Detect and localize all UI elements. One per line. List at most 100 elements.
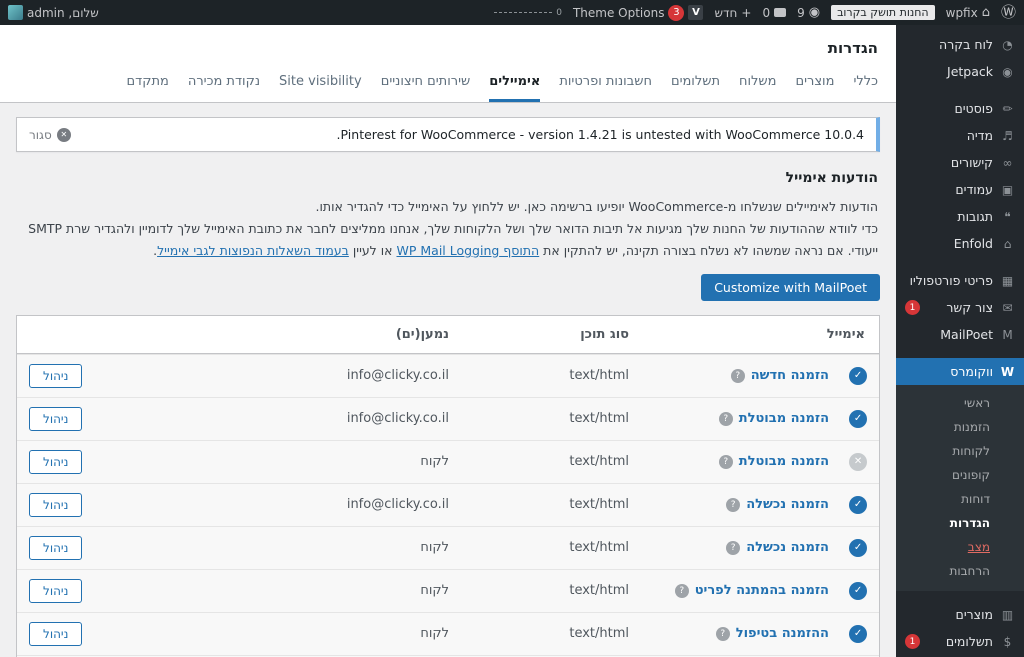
submenu-item-orders[interactable]: הזמנות bbox=[896, 415, 1024, 439]
sidebar-item-label: Enfold bbox=[905, 236, 993, 251]
account-menu[interactable]: שלום, admin bbox=[8, 5, 99, 20]
pages-icon: ▣ bbox=[1000, 183, 1015, 197]
tab-advanced[interactable]: מתקדם bbox=[127, 74, 169, 102]
help-tip-icon[interactable]: ? bbox=[731, 369, 745, 383]
content-type-cell: text/html bbox=[455, 626, 635, 641]
sidebar-item-contact[interactable]: ✉ צור קשר 1 bbox=[896, 294, 1024, 321]
email-name-link[interactable]: ההזמנה בטיפול bbox=[736, 626, 829, 641]
submenu-item-extensions[interactable]: הרחבות bbox=[896, 559, 1024, 583]
sidebar-item-pages[interactable]: ▣ עמודים bbox=[896, 176, 1024, 203]
tab-general[interactable]: כללי bbox=[853, 74, 878, 102]
store-visibility[interactable]: ◉ 9 bbox=[797, 6, 820, 20]
avatar bbox=[8, 5, 23, 20]
help-tip-icon[interactable]: ? bbox=[716, 627, 730, 641]
manage-button[interactable]: ניהול bbox=[29, 579, 82, 603]
theme-options-menu[interactable]: V 3 Theme Options bbox=[573, 5, 704, 21]
email-name-link[interactable]: הזמנה בהמתנה לפריט bbox=[695, 583, 829, 598]
email-name-cell: הזמנה חדשה ? bbox=[635, 368, 835, 383]
email-name-link[interactable]: הזמנה מבוטלת bbox=[739, 454, 829, 469]
manage-button[interactable]: ניהול bbox=[29, 407, 82, 431]
action-cell: ניהול bbox=[17, 407, 137, 431]
plus-icon: + bbox=[741, 6, 751, 20]
comments-shortcut[interactable]: 0 bbox=[762, 6, 786, 20]
content-type-cell: text/html bbox=[455, 454, 635, 469]
products-icon: ▥ bbox=[1000, 608, 1015, 622]
email-name-cell: הזמנה נכשלה ? bbox=[635, 497, 835, 512]
sidebar-item-comments[interactable]: ❝ תגובות bbox=[896, 203, 1024, 230]
store-launch-badge[interactable]: החנות תושק בקרוב bbox=[831, 5, 935, 20]
manage-button[interactable]: ניהול bbox=[29, 493, 82, 517]
settings-body: Pinterest for WooCommerce - version 1.4.… bbox=[0, 103, 896, 657]
tab-payments[interactable]: תשלומים bbox=[671, 74, 720, 102]
wordpress-menu[interactable]: Ⓦ bbox=[1001, 5, 1016, 20]
admin-bar: Ⓦ ⌂ wpfix החנות תושק בקרוב ◉ 9 0 + חדש V… bbox=[0, 0, 1024, 25]
sidebar-item-payments[interactable]: $ תשלומים 1 bbox=[896, 628, 1024, 655]
sidebar-item-mailpoet[interactable]: M MailPoet bbox=[896, 321, 1024, 348]
help-tip-icon[interactable]: ? bbox=[719, 455, 733, 469]
manage-button[interactable]: ניהול bbox=[29, 536, 82, 560]
close-icon: ✕ bbox=[57, 128, 71, 142]
status-cell: ✓ bbox=[835, 410, 879, 428]
sidebar-item-woocommerce[interactable]: W ווקומרס bbox=[896, 358, 1024, 385]
submenu-item-settings[interactable]: הגדרות bbox=[896, 511, 1024, 535]
manage-button[interactable]: ניהול bbox=[29, 364, 82, 388]
sidebar-item-enfold[interactable]: ⌂ Enfold bbox=[896, 230, 1024, 257]
submenu-item-reports[interactable]: דוחות bbox=[896, 487, 1024, 511]
sidebar-item-portfolio[interactable]: ▦ פריטי פורטפוליו bbox=[896, 267, 1024, 294]
dashed-indicator: 0 bbox=[494, 8, 562, 18]
portfolio-icon: ▦ bbox=[1000, 274, 1015, 288]
manage-button[interactable]: ניהול bbox=[29, 450, 82, 474]
column-header-email: אימייל bbox=[635, 327, 879, 342]
sidebar-item-dashboard[interactable]: ◔ לוח בקרה bbox=[896, 31, 1024, 58]
notice-message: Pinterest for WooCommerce - version 1.4.… bbox=[337, 127, 864, 142]
manage-button[interactable]: ניהול bbox=[29, 622, 82, 646]
site-link[interactable]: ⌂ wpfix bbox=[946, 6, 990, 20]
new-content-menu[interactable]: + חדש bbox=[714, 6, 751, 20]
help-tip-icon[interactable]: ? bbox=[675, 584, 689, 598]
sidebar-item-jetpack[interactable]: ◉ Jetpack bbox=[896, 58, 1024, 85]
sidebar-item-products[interactable]: ▥ מוצרים bbox=[896, 601, 1024, 628]
media-icon: ♬ bbox=[1000, 129, 1015, 143]
email-name-link[interactable]: הזמנה נכשלה bbox=[746, 540, 829, 555]
recipient-cell: לקוח bbox=[137, 540, 455, 555]
sidebar-item-links[interactable]: ∞ קישורים bbox=[896, 149, 1024, 176]
dismiss-notice-button[interactable]: ✕ סגור bbox=[29, 128, 71, 142]
dashed-line bbox=[494, 12, 552, 13]
submenu-item-status[interactable]: מצב bbox=[896, 535, 1024, 559]
sidebar-item-label: MailPoet bbox=[905, 327, 993, 342]
tab-products[interactable]: מוצרים bbox=[795, 74, 834, 102]
sidebar-separator bbox=[896, 348, 1024, 358]
content-type-cell: text/html bbox=[455, 497, 635, 512]
sidebar-item-posts[interactable]: ✏ פוסטים bbox=[896, 95, 1024, 122]
submenu-item-coupons[interactable]: קופונים bbox=[896, 463, 1024, 487]
sidebar-item-label: מוצרים bbox=[905, 607, 993, 622]
email-name-link[interactable]: הזמנה מבוטלת bbox=[739, 411, 829, 426]
email-name-link[interactable]: הזמנה חדשה bbox=[751, 368, 829, 383]
tab-emails[interactable]: אימיילים bbox=[489, 74, 540, 102]
help-tip-icon[interactable]: ? bbox=[726, 541, 740, 555]
eye-icon: ◉ bbox=[809, 6, 820, 19]
status-cell: ✓ bbox=[835, 625, 879, 643]
page-title: הגדרות bbox=[18, 39, 878, 57]
enabled-check-icon: ✓ bbox=[849, 582, 867, 600]
email-faq-link[interactable]: בעמוד השאלות הנפוצות לגבי אימייל bbox=[157, 243, 349, 258]
submenu-item-customers[interactable]: לקוחות bbox=[896, 439, 1024, 463]
tab-accounts-privacy[interactable]: חשבונות ופרטיות bbox=[559, 74, 652, 102]
tab-point-of-sale[interactable]: נקודת מכירה bbox=[188, 74, 260, 102]
enabled-check-icon: ✓ bbox=[849, 367, 867, 385]
email-name-link[interactable]: הזמנה נכשלה bbox=[746, 497, 829, 512]
theme-options-label: Theme Options bbox=[573, 6, 665, 20]
tab-site-visibility[interactable]: Site visibility bbox=[279, 74, 362, 102]
sidebar-item-media[interactable]: ♬ מדיה bbox=[896, 122, 1024, 149]
wp-mail-logging-link[interactable]: התוסף WP Mail Logging bbox=[397, 243, 540, 258]
comment-icon: ❝ bbox=[1000, 210, 1015, 224]
help-tip-icon[interactable]: ? bbox=[719, 412, 733, 426]
customize-with-mailpoet-button[interactable]: Customize with MailPoet bbox=[701, 274, 880, 301]
tab-shipping[interactable]: משלוח bbox=[739, 74, 776, 102]
action-cell: ניהול bbox=[17, 579, 137, 603]
submenu-item-home[interactable]: ראשי bbox=[896, 391, 1024, 415]
help-tip-icon[interactable]: ? bbox=[726, 498, 740, 512]
action-cell: ניהול bbox=[17, 450, 137, 474]
tab-integration[interactable]: שירותים חיצוניים bbox=[381, 74, 471, 102]
sidebar-item-label: מדיה bbox=[905, 128, 993, 143]
